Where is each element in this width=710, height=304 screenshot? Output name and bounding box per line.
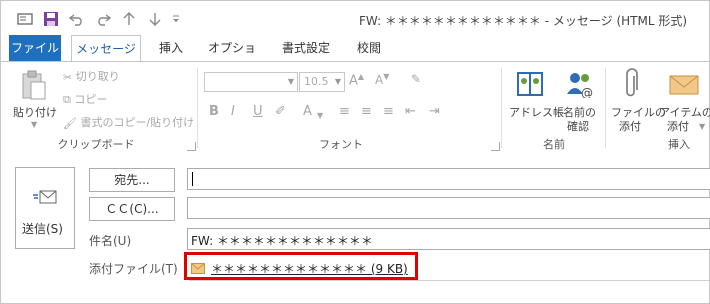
names-group-label: 名前 [543, 138, 565, 151]
quick-access-toolbar [15, 9, 187, 29]
cc-button[interactable]: ＣＣ(C)... [89, 197, 175, 221]
attachment-name: ＊＊＊＊＊＊＊＊＊＊＊＊＊ (9 KB) [211, 262, 408, 276]
undo-icon[interactable] [67, 9, 87, 29]
envelope-icon [669, 72, 699, 99]
check-names-button[interactable]: @ 名前の 確認 [557, 66, 601, 133]
paperclip-icon [623, 68, 639, 103]
envelope-icon [191, 262, 205, 277]
decrease-indent-icon[interactable]: ⇤ [405, 104, 416, 119]
font-group-label: フォント [319, 138, 363, 151]
format-painter-label: 書式のコピー/貼り付け [80, 116, 195, 129]
paste-icon [21, 70, 47, 103]
italic-button[interactable]: I [231, 104, 235, 119]
font-color-icon[interactable]: A [303, 104, 312, 119]
up-arrow-icon[interactable] [119, 9, 139, 29]
text-cursor [192, 172, 193, 186]
highlight-icon[interactable]: ✐ [275, 104, 286, 119]
tab-insert[interactable]: 挿入 [151, 35, 191, 61]
tab-review[interactable]: 校閲 [349, 35, 389, 61]
clear-format-icon[interactable]: ✎ [411, 72, 421, 86]
outlook-message-window: FW: ＊＊＊＊＊＊＊＊＊＊＊＊＊ - メッセージ (HTML 形式) ファイル… [0, 0, 710, 304]
send-button[interactable]: 送信(S) [15, 167, 75, 249]
check-names-label-2: 確認 [567, 120, 589, 133]
tab-file[interactable]: ファイル [9, 35, 61, 61]
save-icon[interactable] [41, 9, 61, 29]
font-name-combo[interactable]: ▼ [204, 72, 298, 92]
font-launcher-icon[interactable] [491, 142, 500, 151]
tab-options[interactable]: オプション [203, 35, 261, 81]
cut-label: 切り取り [75, 70, 120, 83]
send-icon [32, 188, 58, 211]
address-book-icon [515, 70, 545, 101]
paste-button[interactable]: 貼り付け ▼ [9, 66, 57, 130]
attach-file-button[interactable]: ファイルの 添付 [609, 66, 666, 133]
to-field[interactable] [187, 168, 710, 190]
clipboard-group-label: クリップボード [57, 138, 135, 151]
svg-text:@: @ [581, 86, 593, 98]
chevron-down-icon: ▼ [317, 111, 324, 120]
customize-icon[interactable] [171, 9, 181, 29]
align-right-icon[interactable]: ≡ [383, 104, 394, 119]
scissors-icon: ✂ [63, 70, 73, 84]
subject-value: FW: ＊＊＊＊＊＊＊＊＊＊＊＊＊ [191, 234, 373, 248]
attachment-item[interactable]: ＊＊＊＊＊＊＊＊＊＊＊＊＊ (9 KB) [191, 260, 408, 277]
chevron-down-icon: ▼ [334, 77, 341, 86]
format-painter-icon: 🖌 [63, 116, 77, 130]
align-left-icon[interactable]: ≡ [339, 104, 350, 119]
font-size-combo[interactable]: 10.5 ▼ [299, 72, 345, 92]
redo-icon[interactable] [93, 9, 113, 29]
copy-icon: ⧉ [63, 93, 71, 106]
subject-field[interactable]: FW: ＊＊＊＊＊＊＊＊＊＊＊＊＊ [187, 228, 710, 250]
copy-label: コピー [74, 93, 108, 106]
group-separator [501, 68, 502, 148]
attachments-label: 添付ファイル(T) [89, 262, 178, 276]
underline-button[interactable]: U [253, 104, 263, 119]
attach-item-button[interactable]: アイテムの 添付 ▼ [659, 66, 710, 133]
clipboard-launcher-icon[interactable] [187, 142, 196, 151]
subject-label: 件名(U) [89, 234, 132, 248]
grow-font-icon[interactable]: A▲ [349, 72, 364, 88]
cut-button[interactable]: ✂ 切り取り [63, 68, 120, 84]
cc-field[interactable] [187, 197, 710, 219]
shrink-font-icon[interactable]: A▼ [375, 72, 389, 87]
send-label: 送信(S) [22, 222, 63, 236]
compose-area: 送信(S) 宛先... ＣＣ(C)... 件名(U) FW: ＊＊＊＊＊＊＊＊＊… [1, 154, 710, 303]
window-title: FW: ＊＊＊＊＊＊＊＊＊＊＊＊＊ - メッセージ (HTML 形式) [359, 14, 688, 28]
message-window-icon[interactable] [15, 9, 35, 29]
tab-format[interactable]: 書式設定 [273, 35, 339, 61]
chevron-down-icon: ▼ [699, 122, 706, 131]
align-center-icon[interactable]: ≡ [361, 104, 372, 119]
address-book-button[interactable]: アドレス帳 [507, 66, 564, 132]
bold-button[interactable]: B [209, 104, 219, 119]
chevron-down-icon: ▼ [287, 77, 294, 86]
format-painter-button[interactable]: 🖌 書式のコピー/貼り付け [63, 114, 194, 130]
down-arrow-icon[interactable] [145, 9, 165, 29]
font-size-value: 10.5 [304, 75, 329, 88]
attach-file-label-2: 添付 [619, 120, 641, 133]
tab-message[interactable]: メッセージ [71, 35, 141, 63]
paste-dropdown-icon: ▼ [31, 120, 38, 129]
copy-button[interactable]: ⧉ コピー [63, 91, 107, 107]
increase-indent-icon[interactable]: ⇥ [429, 104, 440, 119]
group-separator [605, 68, 606, 148]
title-bar: FW: ＊＊＊＊＊＊＊＊＊＊＊＊＊ - メッセージ (HTML 形式) [1, 1, 709, 35]
to-button[interactable]: 宛先... [89, 168, 175, 192]
check-names-icon: @ [565, 70, 595, 101]
group-separator [197, 68, 198, 148]
attach-item-label-2: 添付 [667, 120, 689, 133]
ribbon-tabs: ファイル メッセージ 挿入 オプション 書式設定 校閲 [1, 35, 709, 81]
insert-group-label: 挿入 [668, 138, 690, 151]
ribbon: 貼り付け ▼ ✂ 切り取り ⧉ コピー 🖌 書式のコピー/貼り付け クリップボー… [1, 61, 710, 155]
paste-label: 貼り付け [13, 106, 57, 119]
address-book-label: アドレス帳 [509, 106, 564, 119]
